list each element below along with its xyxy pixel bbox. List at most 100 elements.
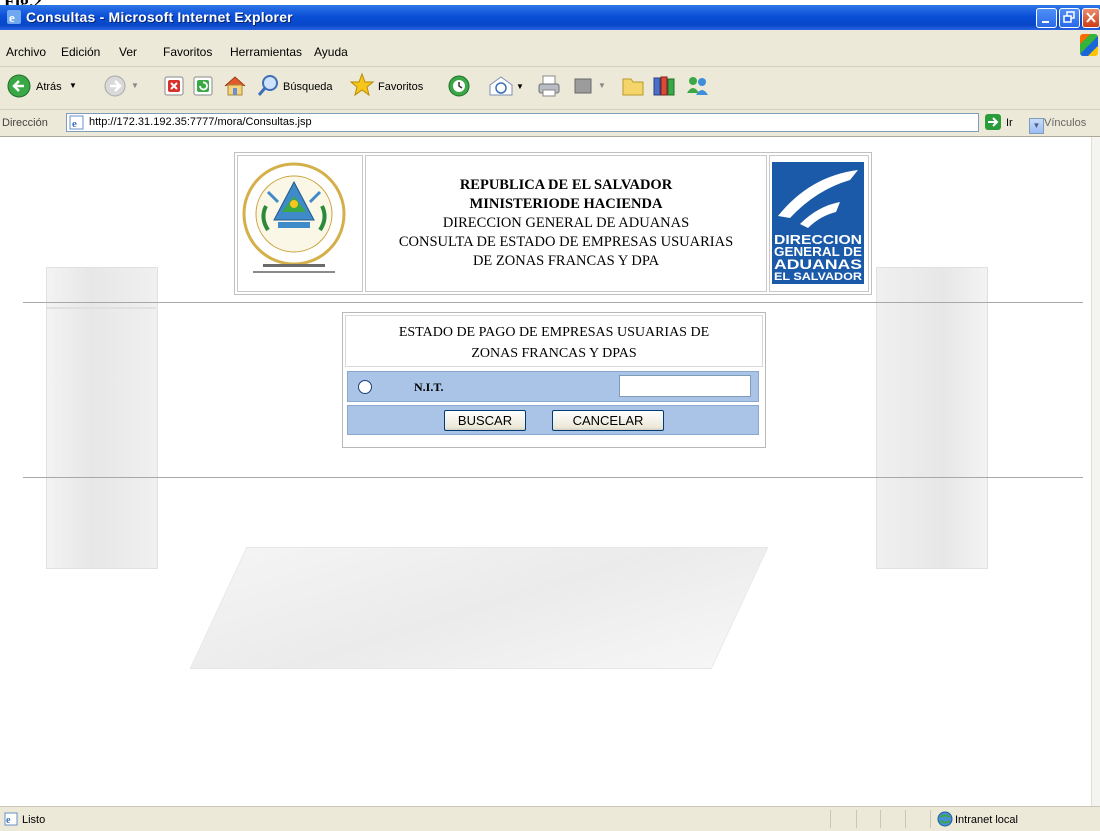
header-line-consulta: CONSULTA DE ESTADO DE EMPRESAS USUARIAS <box>398 234 734 250</box>
header-text-block: REPUBLICA DE EL SALVADOR MINISTERIODE HA… <box>365 155 767 292</box>
back-label: Atrás <box>36 81 62 93</box>
background-computer-left <box>46 267 158 569</box>
history-button[interactable] <box>446 73 472 99</box>
svg-text:e: e <box>72 118 77 130</box>
edit-button[interactable]: ▼ <box>572 75 608 99</box>
folder-icon <box>622 78 644 96</box>
menu-ayuda[interactable]: Ayuda <box>314 45 348 59</box>
edit-icon <box>574 78 592 94</box>
page-viewport: REPUBLICA DE EL SALVADOR MINISTERIODE HA… <box>8 137 1098 806</box>
status-divider <box>856 810 857 828</box>
folder-button[interactable] <box>620 73 646 99</box>
edit-dropdown-icon[interactable]: ▼ <box>598 81 606 90</box>
menu-edicion[interactable]: Edición <box>61 45 100 59</box>
menu-herramientas[interactable]: Herramientas <box>230 45 302 59</box>
security-zone-label: Intranet local <box>955 814 1018 826</box>
status-divider <box>830 810 831 828</box>
background-laptop <box>189 547 769 669</box>
search-label: Búsqueda <box>283 81 333 93</box>
forward-dropdown-icon[interactable]: ▼ <box>131 81 139 90</box>
address-input[interactable]: e http://172.31.192.35:7777/mora/Consult… <box>66 113 1044 134</box>
go-button[interactable] <box>985 114 1001 130</box>
mail-dropdown-icon[interactable]: ▼ <box>516 82 524 91</box>
go-arrow-icon <box>988 117 999 127</box>
menu-ver[interactable]: Ver <box>119 45 137 59</box>
home-button[interactable] <box>222 73 248 99</box>
payment-status-form: ESTADO DE PAGO DE EMPRESAS USUARIAS DE Z… <box>342 312 766 448</box>
buscar-button[interactable]: BUSCAR <box>444 410 526 431</box>
print-button[interactable] <box>536 73 562 99</box>
header-line-ministry: MINISTERIODE HACIENDA <box>469 196 663 212</box>
nit-input[interactable] <box>619 375 751 397</box>
nit-row: N.I.T. <box>347 371 759 402</box>
header-line-directorate: DIRECCION GENERAL DE ADUANAS <box>442 215 690 231</box>
home-icon <box>224 76 246 96</box>
page-status-icon: e <box>4 812 18 826</box>
menu-favoritos[interactable]: Favoritos <box>163 45 212 59</box>
form-title-line2: ZONAS FRANCAS Y DPAS <box>471 346 637 361</box>
header-line-republic: REPUBLICA DE EL SALVADOR <box>459 177 673 193</box>
divider-top <box>23 302 1083 303</box>
search-button[interactable]: Búsqueda <box>256 73 346 101</box>
window-title: Consultas - Microsoft Internet Explorer <box>26 9 293 25</box>
books-icon <box>653 76 675 96</box>
mail-button[interactable]: ▼ <box>488 73 530 101</box>
restore-icon <box>1063 11 1075 23</box>
refresh-button[interactable] <box>192 75 214 97</box>
favorites-button[interactable]: Favoritos <box>349 72 437 100</box>
research-button[interactable] <box>651 73 677 99</box>
windows-logo-icon <box>1080 34 1098 56</box>
address-label: Dirección <box>2 117 48 129</box>
mail-icon <box>489 76 513 96</box>
go-label[interactable]: Ir <box>1006 117 1013 129</box>
printer-icon <box>538 75 560 97</box>
stop-icon <box>164 76 184 96</box>
title-bar: e Consultas - Microsoft Internet Explore… <box>0 5 1100 30</box>
links-label[interactable]: Vínculos <box>1044 117 1086 129</box>
back-button[interactable]: Atrás ▼ <box>4 71 80 103</box>
close-button[interactable] <box>1082 8 1100 28</box>
messenger-button[interactable] <box>684 73 710 99</box>
aduanas-logo: DIRECCION GENERAL DE ADUANAS EL SALVADOR <box>769 155 869 292</box>
nit-radio[interactable] <box>358 380 372 394</box>
status-divider <box>930 810 931 828</box>
star-icon <box>349 72 375 97</box>
form-title-line1: ESTADO DE PAGO DE EMPRESAS USUARIAS DE <box>398 325 710 340</box>
status-bar: e Listo Intranet local <box>0 806 1100 831</box>
back-dropdown-icon[interactable]: ▼ <box>69 81 77 90</box>
coat-of-arms-icon <box>242 162 346 273</box>
history-icon <box>448 75 470 97</box>
vertical-scrollbar[interactable] <box>1091 137 1100 806</box>
status-text: Listo <box>22 814 46 826</box>
aduanas-logo-icon: DIRECCION GENERAL DE ADUANAS EL SALVADOR <box>772 162 864 284</box>
ie-icon: e <box>7 10 21 25</box>
toolbar: Atrás ▼ ▼ Búsqueda Favoritos ▼ ▼ <box>0 67 1100 110</box>
status-divider <box>880 810 881 828</box>
form-title: ESTADO DE PAGO DE EMPRESAS USUARIAS DE Z… <box>345 315 763 367</box>
stop-button[interactable] <box>163 75 185 97</box>
status-divider <box>905 810 906 828</box>
divider-bottom <box>23 477 1083 478</box>
url-text: http://172.31.192.35:7777/mora/Consultas… <box>89 116 312 128</box>
button-row: BUSCAR CANCELAR <box>347 405 759 435</box>
header-line-zonas: DE ZONAS FRANCAS Y DPA <box>472 253 660 269</box>
cancelar-button[interactable]: CANCELAR <box>552 410 664 431</box>
menu-bar: Archivo Edición Ver Favoritos Herramient… <box>0 30 1100 67</box>
minimize-icon <box>1042 21 1049 23</box>
back-arrow-icon <box>7 74 31 98</box>
nit-label: N.I.T. <box>414 380 444 394</box>
background-computer-right <box>876 267 988 569</box>
restore-button[interactable] <box>1059 8 1080 28</box>
menu-archivo[interactable]: Archivo <box>6 45 46 59</box>
page-header: REPUBLICA DE EL SALVADOR MINISTERIODE HA… <box>234 152 872 295</box>
svg-text:e: e <box>6 815 11 826</box>
close-icon <box>1086 12 1096 23</box>
svg-text:e: e <box>9 10 15 25</box>
minimize-button[interactable] <box>1036 8 1057 28</box>
messenger-icon <box>687 77 708 95</box>
aduanas-logo-line4: EL SALVADOR <box>774 271 862 283</box>
address-dropdown-icon[interactable]: ▼ <box>1029 118 1044 134</box>
background-detail <box>46 307 156 309</box>
forward-button[interactable]: ▼ <box>103 73 139 101</box>
search-icon <box>257 75 278 96</box>
